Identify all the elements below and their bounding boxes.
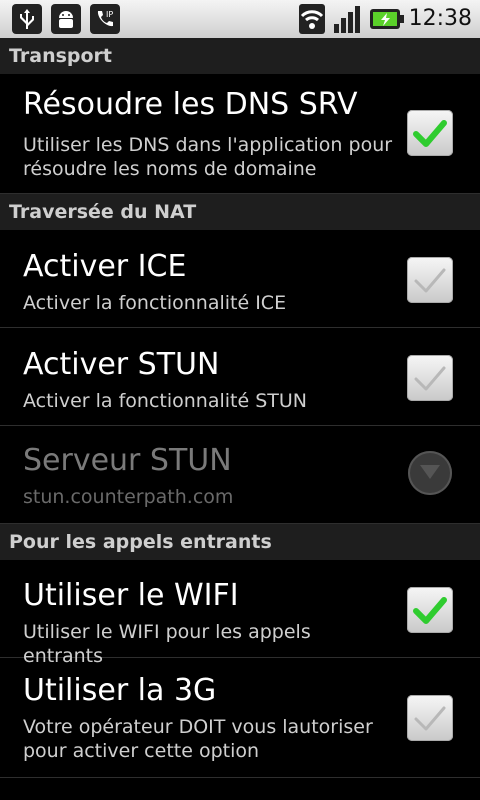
wifi-icon: [299, 4, 325, 34]
status-time: 12:38: [408, 6, 472, 31]
status-bar: IP 12:38: [0, 0, 480, 38]
sip-call-icon: IP: [90, 4, 120, 34]
section-header-transport: Transport: [0, 38, 480, 74]
usb-icon: [12, 4, 42, 34]
checkbox-resolve-dns-srv[interactable]: [407, 110, 453, 156]
pref-utiliser-3g[interactable]: Utiliser la 3G Votre opérateur DOIT vous…: [0, 658, 480, 778]
pref-title: Serveur STUN: [23, 443, 232, 478]
pref-utiliser-wifi[interactable]: Utiliser le WIFI Utiliser le WIFI pour l…: [0, 560, 480, 667]
checkbox-utiliser-wifi[interactable]: [407, 587, 453, 633]
pref-title: Activer STUN: [23, 347, 220, 382]
pref-summary: stun.counterpath.com: [23, 486, 234, 508]
android-debug-icon: [51, 4, 81, 34]
section-header-nat: Traversée du NAT: [0, 194, 480, 230]
pref-title: Utiliser le WIFI: [23, 578, 239, 613]
pref-title: Activer ICE: [23, 249, 187, 284]
pref-summary: Votre opérateur DOIT vous lautoriser pou…: [23, 716, 373, 762]
checkbox-activer-stun[interactable]: [407, 355, 453, 401]
svg-text:IP: IP: [106, 10, 113, 19]
pref-summary: Utiliser les DNS dans l'application pour…: [23, 134, 393, 180]
pref-title: Utiliser la 3G: [23, 673, 217, 708]
pref-resolve-dns-srv[interactable]: Résoudre les DNS SRV Utiliser les DNS da…: [0, 74, 480, 194]
pref-summary: Activer la fonctionnalité STUN: [23, 390, 307, 412]
settings-list: Transport Résoudre les DNS SRV Utiliser …: [0, 38, 480, 778]
battery-charging-icon: [370, 7, 404, 31]
section-header-incoming-calls: Pour les appels entrants: [0, 524, 480, 560]
pref-activer-ice[interactable]: Activer ICE Activer la fonctionnalité IC…: [0, 230, 480, 328]
signal-icon: [332, 4, 364, 34]
checkbox-utiliser-3g[interactable]: [407, 695, 453, 741]
pref-serveur-stun: Serveur STUN stun.counterpath.com: [0, 426, 480, 524]
pref-title: Résoudre les DNS SRV: [23, 87, 358, 122]
dropdown-arrow-icon: [408, 451, 452, 495]
pref-activer-stun[interactable]: Activer STUN Activer la fonctionnalité S…: [0, 328, 480, 426]
pref-summary: Activer la fonctionnalité ICE: [23, 292, 287, 314]
checkbox-activer-ice[interactable]: [407, 257, 453, 303]
